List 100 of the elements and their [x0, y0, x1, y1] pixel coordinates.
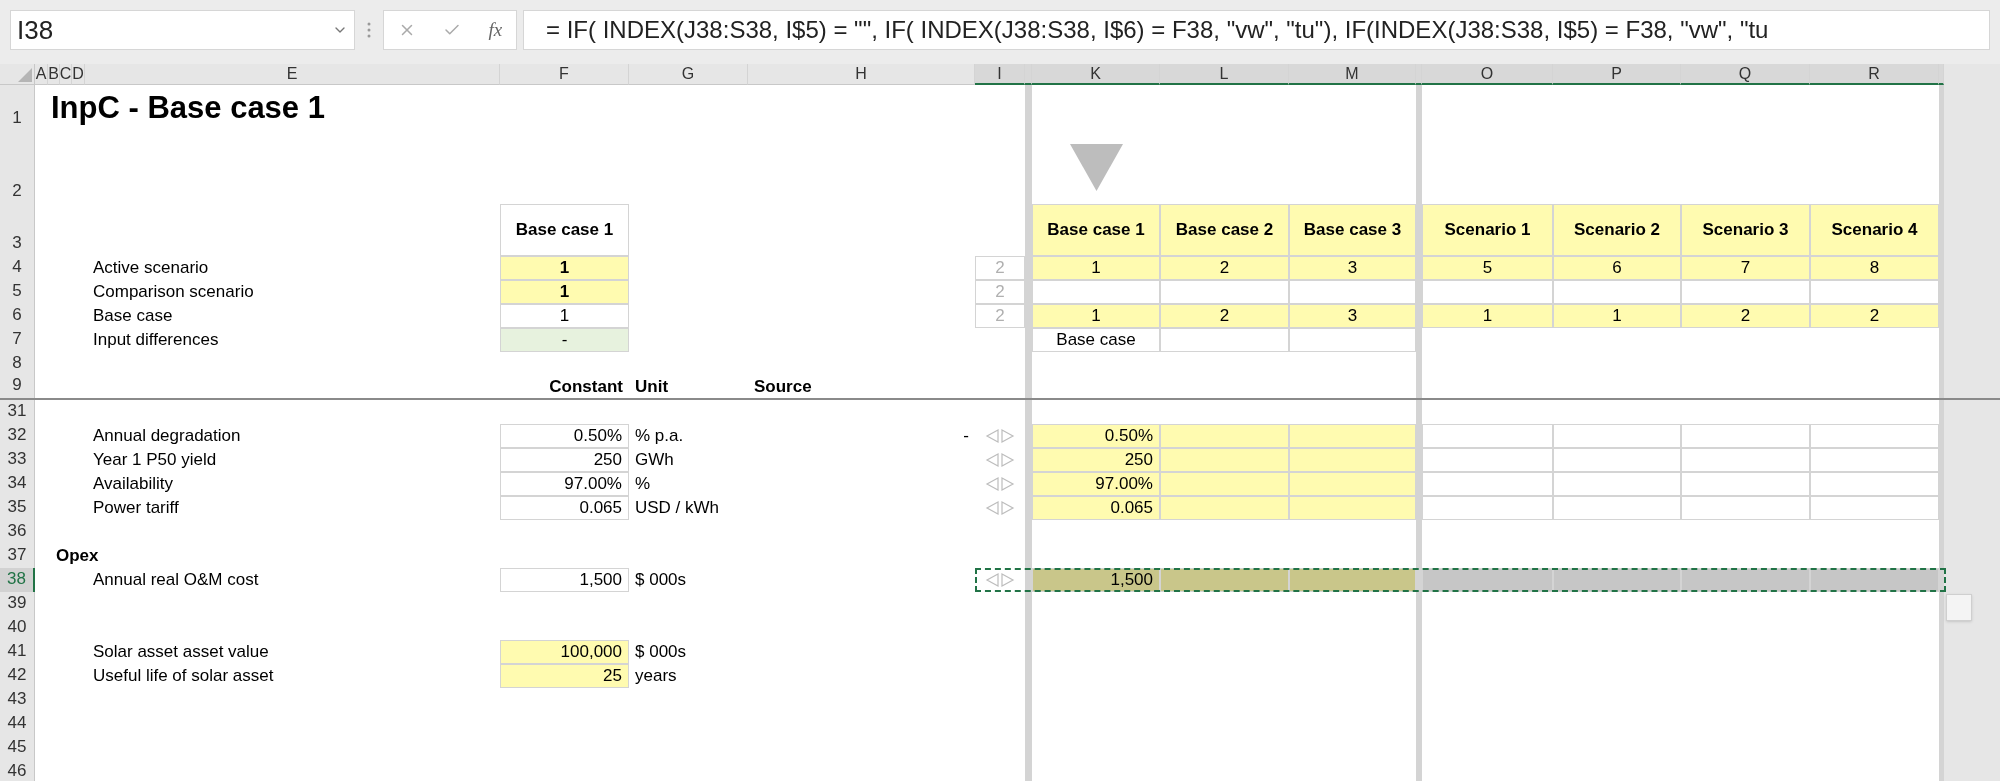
- cell-text: Annual real O&M cost: [93, 569, 259, 592]
- column-header[interactable]: [1939, 64, 1944, 85]
- spreadsheet-cell: 2: [1810, 304, 1939, 328]
- row-header[interactable]: 44: [0, 712, 35, 736]
- column-header[interactable]: R: [1810, 64, 1939, 85]
- column-header[interactable]: C: [60, 64, 72, 85]
- cell-text: Opex: [56, 545, 99, 568]
- row-header[interactable]: 6: [0, 304, 35, 328]
- sheet-margin: [1944, 376, 2000, 398]
- row-header[interactable]: 1: [0, 85, 35, 131]
- cell-text: Active scenario: [93, 257, 209, 280]
- row-header[interactable]: 32: [0, 424, 35, 448]
- row-header[interactable]: 8: [0, 352, 35, 376]
- row-header[interactable]: 2: [0, 131, 35, 204]
- arrows-icon[interactable]: [985, 429, 1015, 443]
- name-box[interactable]: I38: [10, 10, 355, 50]
- spreadsheet-cell: 8: [1810, 256, 1939, 280]
- cell-text: Availability: [93, 473, 173, 496]
- cell-text: Comparison scenario: [93, 281, 254, 304]
- column-header[interactable]: Q: [1681, 64, 1810, 85]
- cell-text: Base case: [93, 305, 173, 328]
- cell-text: -: [963, 425, 969, 448]
- row-header[interactable]: 36: [0, 520, 35, 544]
- spreadsheet-cell: 97.00%: [1032, 472, 1160, 496]
- cell-text: % p.a.: [635, 425, 684, 448]
- spreadsheet-cell: 7: [1681, 256, 1810, 280]
- cell-text: Solar asset asset value: [93, 641, 269, 664]
- cell-text: Unit: [635, 376, 669, 399]
- column-header[interactable]: L: [1160, 64, 1289, 85]
- column-header[interactable]: A: [35, 64, 48, 85]
- spreadsheet-cell: 250: [1032, 448, 1160, 472]
- row-header[interactable]: 3: [0, 204, 35, 256]
- cell-text: Year 1 P50 yield: [93, 449, 217, 472]
- triangle-marker-icon: [1069, 144, 1123, 191]
- options-button[interactable]: [1946, 594, 1972, 621]
- column-header[interactable]: B: [48, 64, 60, 85]
- spreadsheet-cell: 1: [500, 256, 629, 280]
- spreadsheet-cell: Base case 1: [1032, 204, 1160, 256]
- cell-text: %: [635, 473, 651, 496]
- spreadsheet-cell: 5: [1422, 256, 1553, 280]
- spreadsheet-cell: 1: [1032, 256, 1160, 280]
- row-header[interactable]: 39: [0, 592, 35, 616]
- spreadsheet-cell: 25: [500, 664, 629, 688]
- spreadsheet-cell: 3: [1289, 304, 1416, 328]
- arrows-icon[interactable]: [985, 453, 1015, 467]
- cell-text: GWh: [635, 449, 674, 472]
- spreadsheet-cell: Base case 3: [1289, 204, 1416, 256]
- column-header[interactable]: E: [85, 64, 500, 85]
- row-header[interactable]: 41: [0, 640, 35, 664]
- row-header[interactable]: 5: [0, 280, 35, 304]
- spreadsheet-cell: 2: [1681, 304, 1810, 328]
- column-header[interactable]: I: [975, 64, 1025, 85]
- column-header[interactable]: P: [1553, 64, 1681, 85]
- row-header[interactable]: 4: [0, 256, 35, 280]
- column-header[interactable]: O: [1422, 64, 1553, 85]
- cell-text: Annual degradation: [93, 425, 241, 448]
- row-header[interactable]: 40: [0, 616, 35, 640]
- cell-text: $ 000s: [635, 641, 687, 664]
- more-icon: [367, 22, 371, 38]
- row-header[interactable]: 9: [0, 376, 35, 398]
- column-header[interactable]: G: [629, 64, 748, 85]
- arrows-icon[interactable]: [985, 501, 1015, 515]
- sheet-title: InpC - Base case 1: [51, 88, 325, 127]
- column-header[interactable]: H: [748, 64, 975, 85]
- row-header[interactable]: 7: [0, 328, 35, 352]
- row-header[interactable]: 42: [0, 664, 35, 688]
- spreadsheet-cell: Scenario 3: [1681, 204, 1810, 256]
- row-header[interactable]: 45: [0, 736, 35, 760]
- row-header[interactable]: 33: [0, 448, 35, 472]
- cell-text: USD / kWh: [635, 497, 720, 520]
- spreadsheet-cell: 2: [1160, 256, 1289, 280]
- row-header[interactable]: 43: [0, 688, 35, 712]
- cell-text: Constant: [549, 376, 623, 399]
- row-header[interactable]: 38: [0, 568, 35, 592]
- insert-function-button[interactable]: fx: [488, 15, 503, 45]
- arrows-icon[interactable]: [985, 477, 1015, 491]
- sheet-margin: [1944, 568, 2000, 592]
- select-all-icon[interactable]: [18, 68, 32, 82]
- formula-field[interactable]: = IF( INDEX(J38:S38, I$5) = "", IF( INDEX(J38:S38, I$6) = F38, "vw", "tu"), IF(INDEX(J38:S38, I$5) = F38, "vw", "tu: [523, 10, 1990, 50]
- row-header[interactable]: 37: [0, 544, 35, 568]
- column-header[interactable]: [1416, 64, 1422, 85]
- spreadsheet-cell: 2: [975, 304, 1025, 328]
- sheet-margin: [1944, 400, 2000, 424]
- spreadsheet-cell: 2: [975, 280, 1025, 304]
- row-header[interactable]: 35: [0, 496, 35, 520]
- spreadsheet-cell: 1,500: [1032, 568, 1160, 592]
- column-header[interactable]: M: [1289, 64, 1416, 85]
- arrows-icon[interactable]: [985, 573, 1015, 587]
- row-header[interactable]: 34: [0, 472, 35, 496]
- column-header[interactable]: [1025, 64, 1032, 85]
- row-header[interactable]: 46: [0, 760, 35, 781]
- spreadsheet-cell: 1: [1553, 304, 1681, 328]
- column-header[interactable]: D: [72, 64, 85, 85]
- row-header[interactable]: 31: [0, 400, 35, 424]
- spreadsheet-cell: 1,500: [500, 568, 629, 592]
- spreadsheet-cell: 1: [500, 280, 629, 304]
- spreadsheet-cell: 1: [1422, 304, 1553, 328]
- column-header[interactable]: F: [500, 64, 629, 85]
- cell-text: Power tariff: [93, 497, 179, 520]
- column-header[interactable]: K: [1032, 64, 1160, 85]
